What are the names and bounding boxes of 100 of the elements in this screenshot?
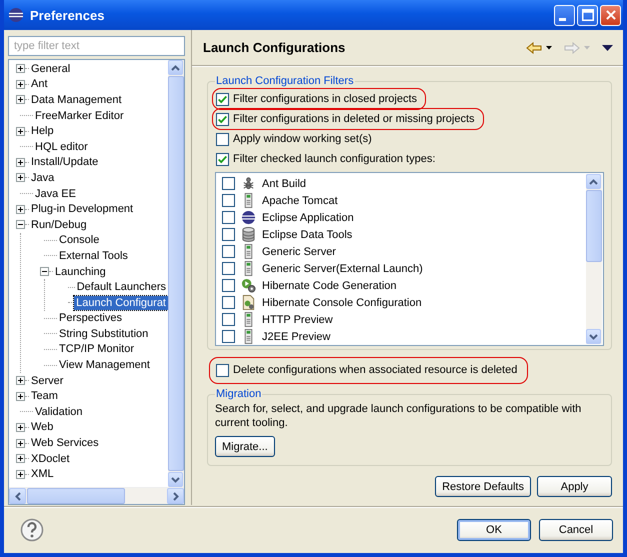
page-button[interactable]: Apply (537, 476, 612, 497)
tree-item[interactable]: Console (57, 233, 102, 248)
expand-icon[interactable] (16, 126, 25, 136)
tree-item[interactable]: Default Launchers (74, 280, 168, 294)
list-item[interactable]: Generic Server(External Launch) (262, 262, 423, 274)
dialog-button[interactable]: OK (457, 519, 531, 541)
tree-item[interactable]: Web (29, 420, 56, 434)
tree-item[interactable]: Server (29, 374, 66, 388)
checkbox[interactable] (222, 296, 235, 309)
checkbox[interactable] (216, 364, 229, 376)
scrollbar[interactable] (9, 487, 184, 504)
help-icon[interactable] (20, 518, 44, 542)
list-item[interactable]: Eclipse Data Tools (262, 228, 352, 240)
expand-icon[interactable] (16, 95, 25, 104)
tree-item[interactable]: Launch Configurat (74, 296, 168, 310)
group-title: Launch Configuration Filters (215, 75, 355, 87)
tree-item[interactable]: Plug-in Development (29, 202, 136, 216)
expand-icon[interactable] (16, 80, 25, 89)
checkbox[interactable] (216, 152, 229, 166)
checkbox-label: Filter configurations in deleted or missing projects (233, 113, 475, 125)
migrate-button[interactable]: Migrate... (215, 436, 275, 457)
document-icon (241, 295, 256, 310)
tree-item[interactable]: Data Management (29, 92, 124, 107)
expand-icon[interactable] (16, 64, 25, 74)
tree-item[interactable]: Help (29, 124, 56, 138)
sphere-icon (241, 210, 256, 225)
checkbox[interactable] (216, 92, 229, 106)
tree-item[interactable]: View Management (57, 358, 152, 372)
tree-item[interactable]: Ant (29, 77, 50, 92)
minimize-button[interactable] (554, 4, 575, 26)
tree-item[interactable]: Team (29, 389, 60, 404)
tree-item[interactable]: TCP/IP Monitor (57, 342, 136, 356)
expand-icon[interactable] (16, 173, 25, 182)
checkbox[interactable] (222, 262, 235, 275)
collapse-icon[interactable] (16, 220, 25, 230)
description-text: Search for, select, and upgrade launch configurations to be compatible with current tooling. (215, 402, 582, 430)
checkbox[interactable] (222, 330, 235, 343)
checkbox-label: Delete configurations when associated resource is deleted (233, 364, 518, 376)
expand-icon[interactable] (16, 392, 25, 401)
list-item[interactable]: Hibernate Console Configuration (262, 296, 422, 308)
list-item[interactable]: J2EE Preview (262, 330, 330, 342)
maximize-button[interactable] (577, 4, 598, 26)
expand-icon[interactable] (16, 438, 25, 448)
list-item[interactable]: Hibernate Code Generation (262, 280, 397, 292)
checkbox[interactable] (222, 279, 235, 292)
checkbox[interactable] (222, 194, 235, 207)
tree-item[interactable]: XDoclet (29, 452, 72, 466)
tree-item[interactable]: Java (29, 170, 56, 185)
menu-icon[interactable] (602, 44, 613, 50)
back-arrow-icon[interactable] (526, 42, 542, 54)
list-item[interactable]: HTTP Preview (262, 314, 333, 326)
tree-item[interactable]: FreeMarker Editor (33, 108, 126, 123)
checkbox[interactable] (222, 211, 235, 224)
collapse-icon[interactable] (40, 267, 49, 276)
checkbox[interactable] (222, 245, 235, 258)
list-item[interactable]: Apache Tomcat (262, 194, 338, 206)
checkbox[interactable] (222, 177, 235, 190)
scroll-up-icon[interactable] (168, 60, 183, 75)
scroll-left-icon[interactable] (9, 488, 26, 504)
tree-item[interactable]: Launching (53, 264, 108, 279)
tree-item[interactable]: Java EE (33, 186, 78, 201)
checkbox[interactable] (222, 313, 235, 326)
page-button[interactable]: Restore Defaults (435, 476, 531, 497)
list-item[interactable]: Ant Build (262, 178, 306, 190)
filter-field[interactable]: type filter text (8, 36, 185, 56)
close-button[interactable] (600, 4, 621, 26)
scrollbar[interactable] (586, 174, 602, 344)
tree-item[interactable]: Web Services (29, 436, 101, 450)
maximize-icon (582, 9, 594, 21)
expand-icon[interactable] (16, 158, 25, 167)
tree-item[interactable]: Run/Debug (29, 218, 89, 232)
checkbox[interactable] (216, 112, 229, 126)
list-item[interactable]: Generic Server (262, 246, 336, 258)
expand-icon[interactable] (16, 470, 25, 479)
tree-item[interactable]: External Tools (57, 248, 130, 263)
tree-item[interactable]: String Substitution (57, 326, 150, 341)
expand-icon[interactable] (16, 204, 25, 214)
checkbox[interactable] (222, 228, 235, 241)
scroll-down-icon[interactable] (168, 472, 183, 487)
tree-item[interactable]: Perspectives (57, 311, 124, 326)
expand-icon[interactable] (16, 376, 25, 386)
checkbox-label: Filter checked launch configuration types: (233, 153, 436, 165)
tree-item[interactable]: XML (29, 467, 56, 482)
expand-icon[interactable] (16, 422, 25, 432)
expand-icon[interactable] (16, 454, 25, 464)
scroll-up-icon[interactable] (586, 174, 601, 189)
scroll-thumb[interactable] (586, 190, 602, 262)
checkbox[interactable] (216, 132, 229, 146)
scroll-thumb[interactable] (27, 488, 125, 504)
gear-icon (241, 278, 256, 293)
list-item[interactable]: Eclipse Application (262, 212, 354, 224)
tree-item[interactable]: Install/Update (29, 155, 100, 170)
tree-item[interactable]: HQL editor (33, 140, 90, 154)
tree-item[interactable]: Validation (33, 404, 84, 419)
scroll-down-icon[interactable] (586, 329, 601, 344)
dialog-button[interactable]: Cancel (539, 519, 613, 541)
caret-icon[interactable] (546, 46, 552, 50)
checkbox-label: Filter configurations in closed projects (233, 93, 418, 105)
scroll-right-icon[interactable] (167, 488, 184, 504)
tree-item[interactable]: General (29, 62, 72, 76)
